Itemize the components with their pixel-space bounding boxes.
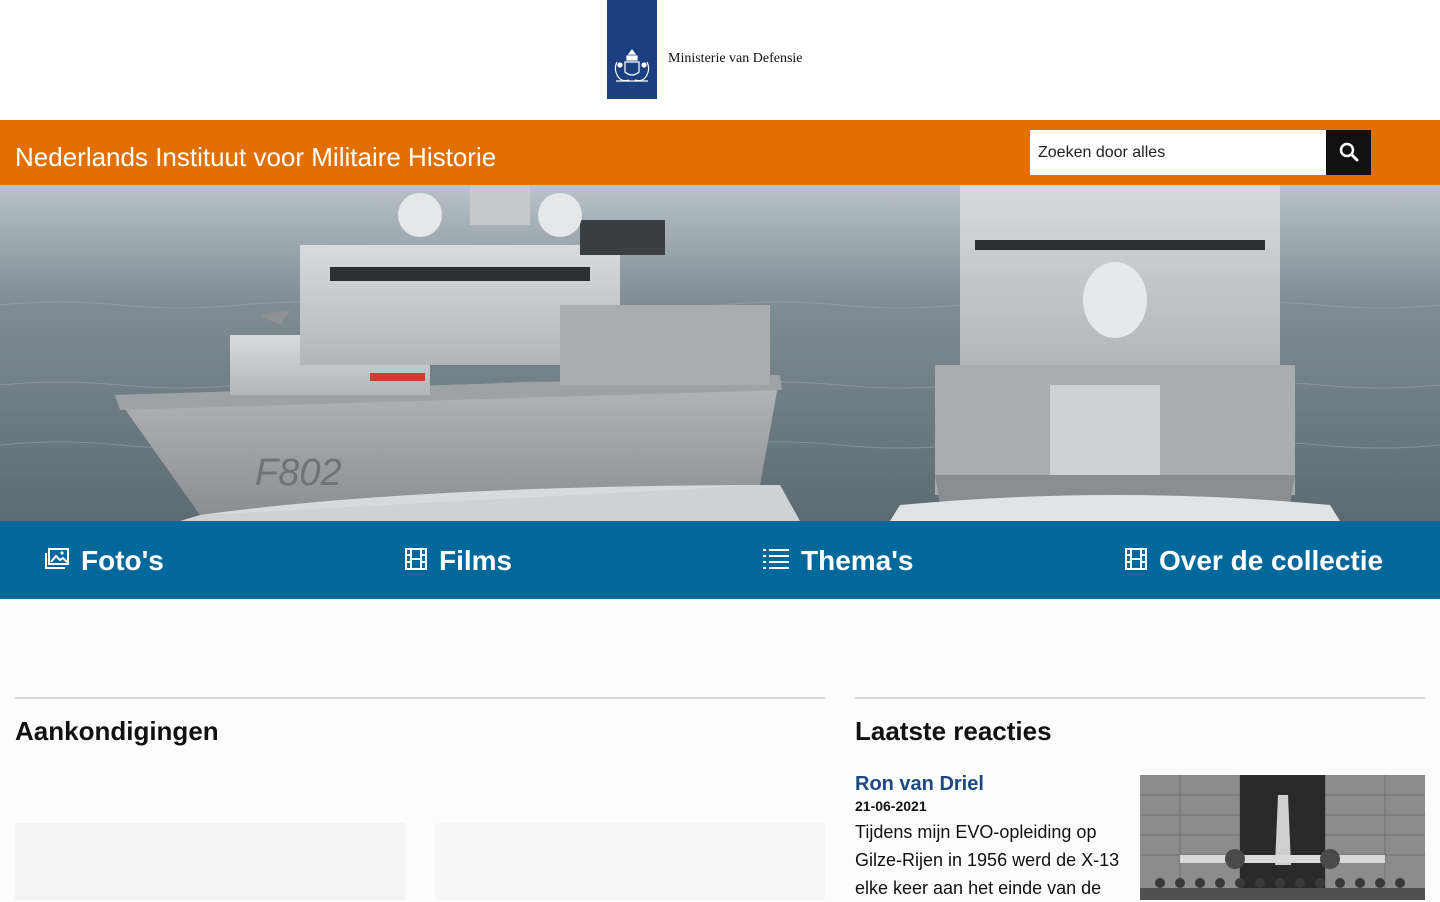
- reactions-heading: Laatste reacties: [855, 716, 1052, 746]
- hull-number: F802: [255, 452, 342, 494]
- film-icon: [1125, 545, 1147, 577]
- coat-of-arms-icon: [614, 49, 650, 82]
- search-input[interactable]: [1030, 130, 1326, 175]
- reaction-author-link[interactable]: Ron van Driel: [855, 773, 984, 796]
- nav-item-photos[interactable]: Foto's: [45, 545, 164, 577]
- nav-item-themes[interactable]: Thema's: [763, 545, 913, 577]
- nav-label-about-collection: Over de collectie: [1159, 545, 1384, 576]
- search-button[interactable]: [1326, 130, 1371, 175]
- hero-image: F802: [0, 185, 1440, 521]
- announcement-card[interactable]: [435, 823, 825, 900]
- site-header-bar: Nederlands Instituut voor Militaire Hist…: [0, 120, 1440, 185]
- site-title[interactable]: Nederlands Instituut voor Militaire Hist…: [15, 142, 496, 173]
- photos-icon: [45, 545, 69, 577]
- list-icon: [763, 545, 789, 577]
- reaction-date: 21-06-2021: [855, 798, 927, 814]
- film-icon: [405, 545, 427, 577]
- top-header: Ministerie van Defensie: [0, 0, 1440, 120]
- ministry-name: Ministerie van Defensie: [668, 51, 803, 66]
- government-logo[interactable]: [607, 0, 657, 99]
- section-divider: [855, 697, 1425, 699]
- reaction-thumbnail[interactable]: [1140, 775, 1425, 900]
- nav-item-films[interactable]: Films: [405, 545, 512, 577]
- section-divider: [15, 697, 825, 699]
- nav-label-themes: Thema's: [801, 545, 914, 576]
- reaction-text: Tijdens mijn EVO-opleiding op Gilze-Rije…: [855, 822, 1120, 898]
- nav-label-films: Films: [439, 545, 513, 576]
- announcements-heading: Aankondigingen: [15, 716, 219, 746]
- search-icon: [1339, 142, 1359, 162]
- nav-label-photos: Foto's: [81, 545, 164, 576]
- nav-item-about-collection[interactable]: Over de collectie: [1125, 545, 1383, 577]
- announcement-card[interactable]: [15, 823, 405, 900]
- main-navigation: Foto's Films Thema's Over de collectie: [0, 521, 1440, 599]
